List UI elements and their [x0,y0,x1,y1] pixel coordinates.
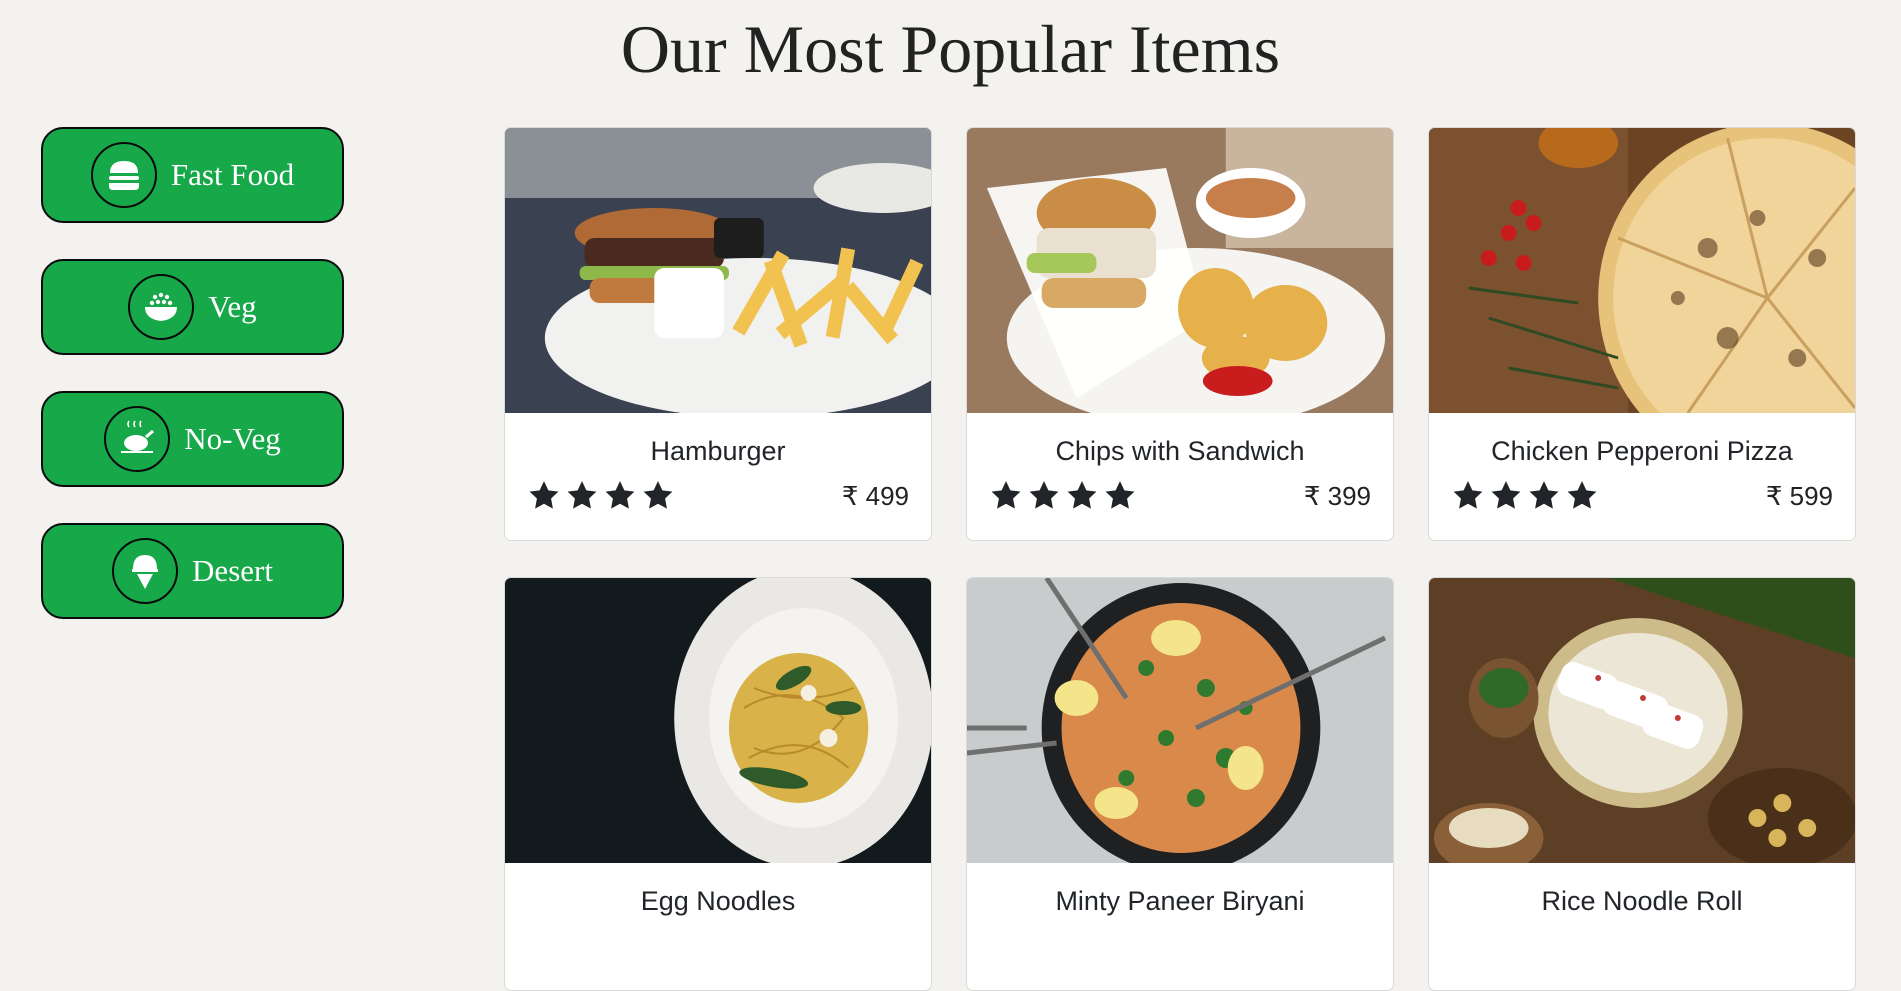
item-price: ₹ 599 [1765,480,1833,511]
item-name: Minty Paneer Biryani [1055,886,1305,916]
star-icon [1453,481,1483,509]
page-title: Our Most Popular Items [620,11,1281,87]
item-name: Rice Noodle Roll [1541,886,1743,916]
burger-fries-photo [505,128,931,413]
category-label: Desert [192,553,273,588]
popular-items-grid: Hamburger ₹ 499 Chips with Sandwich ₹ 39… [504,127,1857,991]
noodles-plate-photo [505,578,931,863]
item-price: ₹ 499 [841,480,909,511]
item-name: Hamburger [650,436,786,466]
star-icon [1491,481,1521,509]
item-name: Chicken Pepperoni Pizza [1491,436,1793,466]
category-button-no-veg[interactable]: No-Veg [41,391,344,487]
category-sidebar: Fast Food Veg No-Veg Desert [41,127,344,655]
roast-chicken-icon [104,406,171,472]
star-icon [529,481,559,509]
item-price: ₹ 399 [1303,480,1371,511]
star-icon [1029,481,1059,509]
veg-bowl-icon [128,274,195,340]
star-icon [1067,481,1097,509]
item-card[interactable]: Chips with Sandwich ₹ 399 [966,127,1394,541]
sandwich-waffle-fries-photo [967,128,1393,413]
category-label: No-Veg [184,421,281,456]
biryani-pan-photo [967,578,1393,863]
item-name: Egg Noodles [640,886,796,916]
star-icon [605,481,635,509]
star-icon [1105,481,1135,509]
item-card[interactable]: Rice Noodle Roll [1428,577,1856,991]
star-icon [1567,481,1597,509]
rice-noodle-roll-photo [1429,578,1855,863]
category-button-fast-food[interactable]: Fast Food [41,127,344,223]
item-name: Chips with Sandwich [1055,436,1305,466]
star-icon [1529,481,1559,509]
category-button-desert[interactable]: Desert [41,523,344,619]
star-icon [643,481,673,509]
item-card[interactable]: Minty Paneer Biryani [966,577,1394,991]
item-rating [989,479,1137,513]
star-icon [567,481,597,509]
star-icon [991,481,1021,509]
item-rating [527,479,675,513]
burger-icon [90,142,157,208]
item-card[interactable]: Chicken Pepperoni Pizza ₹ 599 [1428,127,1856,541]
category-button-veg[interactable]: Veg [41,259,344,355]
item-card[interactable]: Hamburger ₹ 499 [504,127,932,541]
pizza-photo [1429,128,1855,413]
ice-cream-icon [112,538,179,604]
category-label: Fast Food [170,157,295,192]
category-label: Veg [208,289,257,324]
item-rating [1451,479,1599,513]
item-card[interactable]: Egg Noodles [504,577,932,991]
